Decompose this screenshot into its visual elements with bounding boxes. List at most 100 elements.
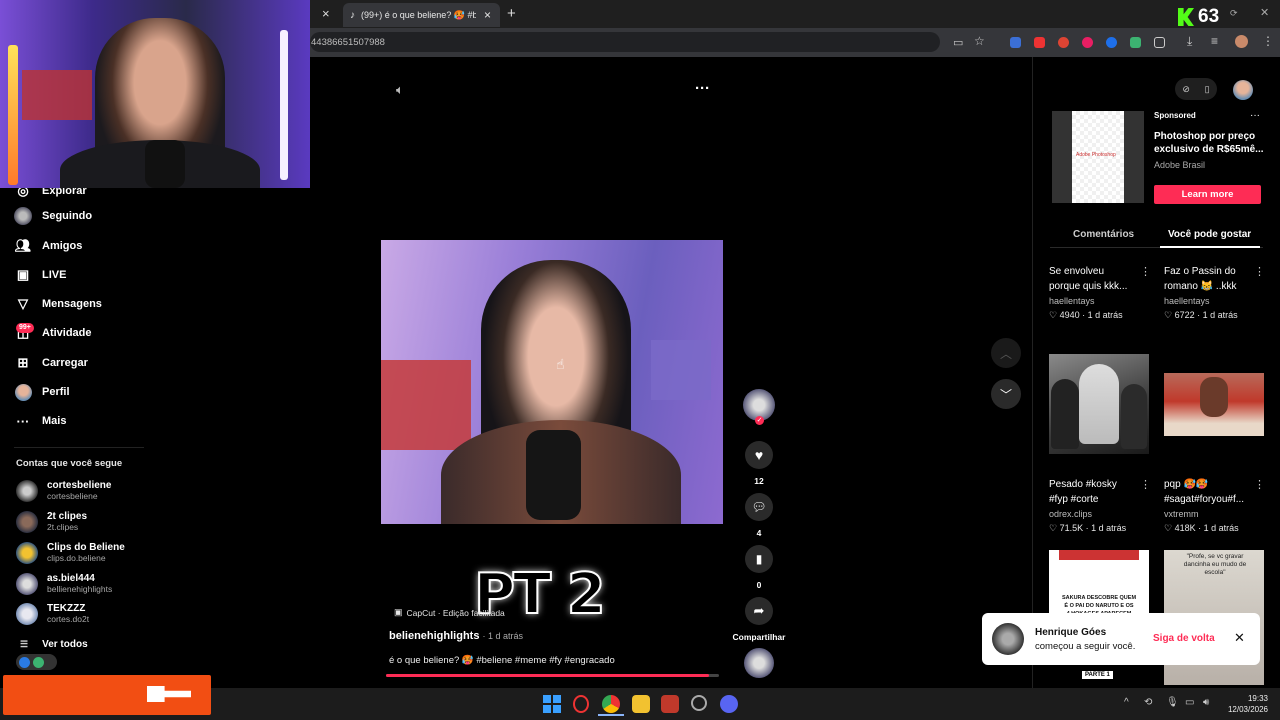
sidebar-item-seguindo[interactable]: Seguindo: [14, 207, 92, 225]
close-prev-tab-icon[interactable]: ×: [322, 6, 330, 21]
ad-more-icon[interactable]: ···: [1250, 110, 1260, 121]
phone-icon: ▯: [1204, 83, 1210, 94]
tray-chevron-icon[interactable]: ^: [1124, 697, 1129, 708]
card-more-icon[interactable]: ⋮: [1140, 478, 1151, 491]
suggested-video-card[interactable]: pqp 🥵🥵 #sagat#foryou#f... vxtremm ♡ 418K…: [1164, 477, 1264, 534]
playlist-icon[interactable]: ≡: [1211, 34, 1218, 48]
ad-title-line: Photoshop por preço: [1154, 131, 1256, 142]
followed-account[interactable]: 2t clipes 2t.clipes: [16, 511, 87, 533]
see-all-button[interactable]: ☰ Ver todos: [20, 639, 88, 650]
sidebar-item-amigos[interactable]: 👥︎ Amigos: [14, 237, 83, 255]
tray-app-icon[interactable]: ⟲: [1144, 697, 1152, 708]
capcut-text: CapCut · Edição facilitada: [406, 607, 505, 618]
ad-learn-more-button[interactable]: Learn more: [1154, 185, 1261, 204]
opera-icon[interactable]: [573, 695, 589, 713]
follow-back-button[interactable]: Siga de volta: [1153, 633, 1215, 644]
following-accounts-header: Contas que você segue: [16, 458, 123, 469]
suggested-thumbnail[interactable]: [1164, 373, 1264, 436]
sidebar-item-mais[interactable]: ··· Mais: [14, 412, 67, 430]
suggested-video-card[interactable]: Se envolveu porque quis kkk... haellenta…: [1049, 264, 1149, 321]
clock[interactable]: 19:33 12/03/2026: [1222, 693, 1268, 715]
extension-icon[interactable]: [1130, 37, 1141, 48]
chrome-icon[interactable]: [602, 695, 620, 713]
app-icon[interactable]: [661, 695, 679, 713]
video-author[interactable]: belienehighlights: [389, 630, 479, 642]
restore-window-icon[interactable]: ⟳: [1230, 8, 1238, 19]
bookmark-star-icon[interactable]: ☆: [974, 34, 985, 48]
ad-thumbnail-label: Adobe Photoshop: [1076, 152, 1116, 158]
card-more-icon[interactable]: ⋮: [1254, 478, 1265, 491]
sidebar-item-perfil[interactable]: Perfil: [14, 383, 70, 401]
previous-video-button[interactable]: ︿: [991, 338, 1021, 368]
mic-icon[interactable]: 🎙︎: [1166, 697, 1179, 708]
chevron-down-icon: ﹀: [999, 387, 1012, 402]
suggested-video-card[interactable]: Pesado #kosky #fyp #corte odrex.clips ♡ …: [1049, 477, 1149, 534]
window-close-icon[interactable]: ✕: [1260, 6, 1269, 19]
light-tube: [8, 45, 18, 185]
windows-start-icon[interactable]: [543, 695, 561, 713]
followed-account[interactable]: as.biel444 bellienehighlights: [16, 573, 112, 595]
followed-account[interactable]: TEKZZZ cortes.do2t: [16, 603, 89, 625]
browser-menu-icon[interactable]: ⋮: [1262, 34, 1274, 48]
followed-account[interactable]: cortesbeliene cortesbeliene: [16, 480, 111, 502]
sidebar-item-live[interactable]: ▣ LIVE: [14, 266, 67, 284]
like-button[interactable]: ♥: [745, 441, 773, 469]
card-more-icon[interactable]: ⋮: [1140, 265, 1151, 278]
video-progress-track[interactable]: [386, 674, 719, 677]
thumbnail-person: [1121, 384, 1147, 449]
theme-toggle[interactable]: [16, 654, 57, 670]
extension-icon[interactable]: [1010, 37, 1021, 48]
video-author-line: belienehighlights · 1 d atrás: [389, 630, 523, 642]
capcut-label[interactable]: ▣ CapCut · Edição facilitada: [394, 607, 505, 618]
suggested-thumbnail[interactable]: [1049, 354, 1149, 454]
follow-check-icon[interactable]: ✓: [755, 416, 764, 425]
followed-account[interactable]: Clips do Beliene clips.do.beliene: [16, 542, 125, 564]
extension-icon[interactable]: [1106, 37, 1117, 48]
mute-icon[interactable]: 🔈︎: [396, 82, 404, 98]
account-name: TEKZZZ: [47, 603, 86, 614]
music-disc-icon[interactable]: [744, 648, 774, 678]
address-bar[interactable]: 44386651507988: [310, 32, 940, 52]
close-tab-icon[interactable]: ×: [484, 8, 491, 22]
close-toast-icon[interactable]: ✕: [1234, 630, 1245, 646]
card-more-icon[interactable]: ⋮: [1254, 265, 1265, 278]
video-player[interactable]: [381, 240, 723, 524]
extensions-puzzle-icon[interactable]: [1154, 37, 1165, 48]
volume-icon[interactable]: 🔊︎: [1203, 697, 1209, 708]
download-icon[interactable]: ⤓: [1187, 34, 1192, 49]
discord-icon[interactable]: [720, 695, 738, 713]
network-icon[interactable]: ▭: [1185, 697, 1194, 708]
more-icon: ···: [16, 413, 30, 429]
extension-icon[interactable]: [1058, 37, 1069, 48]
kick-logo-icon: [1178, 8, 1194, 26]
cast-icon[interactable]: ▭: [953, 36, 963, 49]
sidebar-item-label: Mais: [42, 415, 67, 427]
user-avatar[interactable]: [1233, 80, 1253, 100]
video-bg-items: [381, 360, 471, 450]
extension-icon[interactable]: [1034, 37, 1045, 48]
share-button[interactable]: ➦: [745, 597, 773, 625]
thumbnail-text: "Profe, se vc gravar dancinha eu mudo de…: [1183, 553, 1247, 576]
comment-button[interactable]: 💬︎: [745, 493, 773, 521]
sidebar-item-carregar[interactable]: ⊞ Carregar: [14, 354, 88, 372]
browser-tab-active[interactable]: ♪ (99+) é o que beliene? 🥵 #beli ×: [343, 3, 500, 27]
app-icon[interactable]: [691, 695, 707, 711]
tab-comments[interactable]: Comentários: [1073, 229, 1134, 240]
save-button[interactable]: ▮: [745, 545, 773, 573]
more-options-icon[interactable]: ···: [695, 80, 710, 97]
file-explorer-icon[interactable]: [632, 695, 650, 713]
thumbnail-person: [1051, 379, 1079, 449]
profile-avatar-icon[interactable]: [1235, 35, 1248, 48]
tab-suggested[interactable]: Você pode gostar: [1168, 229, 1251, 240]
suggested-video-card[interactable]: Faz o Passin do romano 😹 ..kkk haellenta…: [1164, 264, 1264, 321]
next-video-button[interactable]: ﹀: [991, 379, 1021, 409]
new-tab-button[interactable]: +: [507, 5, 516, 22]
extension-icon[interactable]: [1082, 37, 1093, 48]
sidebar-item-mensagens[interactable]: ▽ Mensagens: [14, 295, 102, 313]
notification-name[interactable]: Henrique Góes: [1035, 627, 1106, 638]
sidebar-item-label: Carregar: [42, 357, 88, 369]
view-mode-toggle[interactable]: ⊘ ▯: [1175, 78, 1217, 100]
notification-avatar[interactable]: [992, 623, 1024, 655]
ad-thumbnail[interactable]: Adobe Photoshop: [1052, 111, 1144, 203]
clock-date: 12/03/2026: [1227, 705, 1268, 714]
